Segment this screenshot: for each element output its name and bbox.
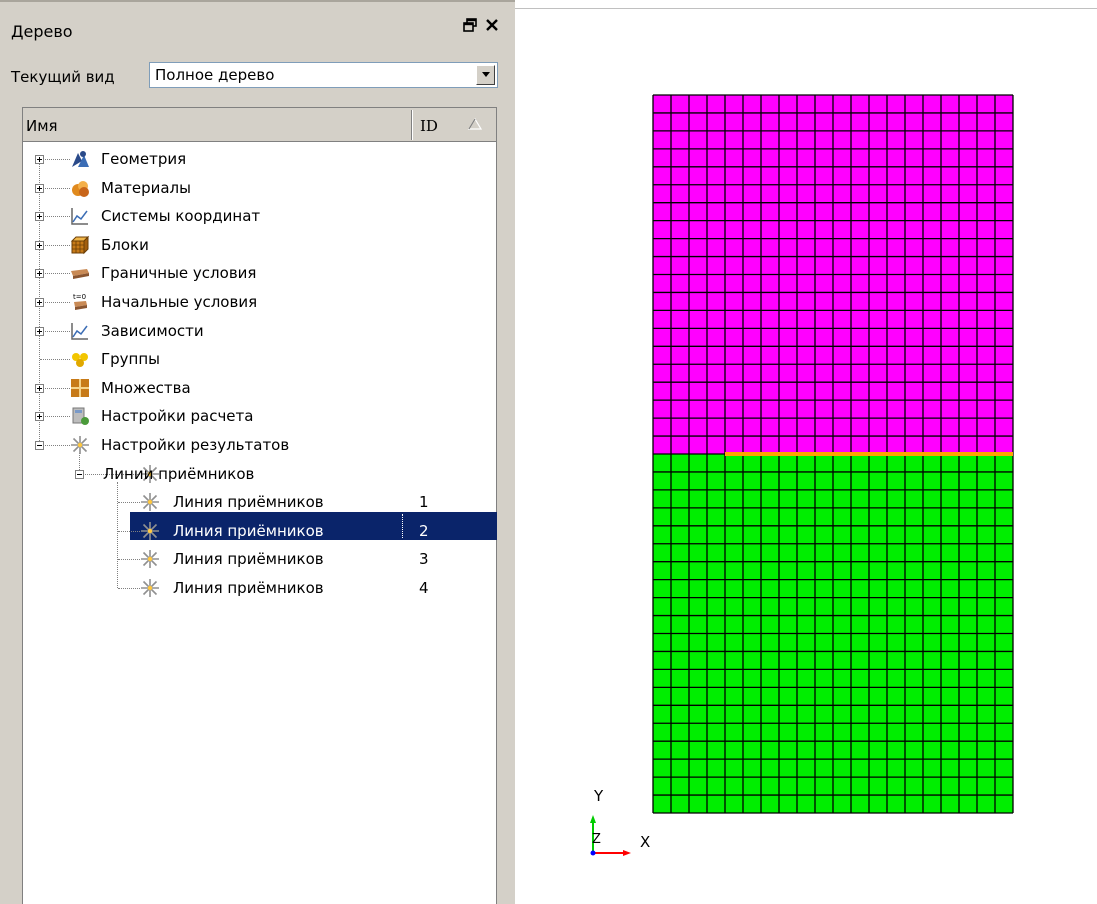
calc-settings-icon [72, 407, 89, 426]
receiver-line-icon [141, 550, 159, 569]
dropdown-button[interactable] [476, 65, 495, 85]
tree-row[interactable]: Блоки [0, 231, 497, 259]
expand-icon[interactable] [35, 269, 44, 279]
receiver-line-icon [141, 579, 159, 597]
tree-item-label: Группы [101, 350, 161, 369]
tree-item-label: Зависимости [101, 321, 204, 340]
tree-item-label: Материалы [101, 178, 191, 197]
tree-row[interactable]: Множества [0, 374, 497, 402]
close-icon [486, 19, 498, 31]
materials-icon [72, 180, 89, 197]
groups-icon [72, 353, 88, 368]
expand-icon[interactable] [35, 183, 44, 193]
svg-text:t=0: t=0 [73, 293, 86, 301]
tree-row[interactable]: Настройки результатов [0, 431, 497, 459]
close-panel-button[interactable] [485, 18, 499, 36]
collapse-icon[interactable] [35, 441, 44, 450]
tree-item-label: Блоки [101, 235, 149, 254]
axis-z-label: Z [592, 832, 601, 847]
collapse-icon[interactable] [75, 469, 84, 479]
expand-icon[interactable] [35, 298, 44, 307]
tree-item-id: 3 [419, 550, 429, 569]
blocks-icon [70, 235, 90, 255]
tree-item-label: Граничные условия [101, 264, 257, 283]
tree-row[interactable]: Граничные условия [0, 259, 497, 287]
expand-icon[interactable] [35, 383, 44, 393]
receiver-line-icon [141, 521, 159, 540]
chevron-down-icon [482, 72, 490, 77]
tree-item-label: Линия приёмников [173, 521, 324, 540]
initial-conditions-icon: t=0 [73, 293, 87, 310]
geometry-icon [72, 151, 89, 167]
results-settings-icon [71, 436, 89, 454]
float-panel-button[interactable] [463, 18, 477, 36]
receiver-line-icon [141, 493, 159, 512]
current-view-value: Полное дерево [155, 66, 275, 84]
expand-icon[interactable] [35, 412, 44, 422]
column-header-name[interactable]: Имя [26, 117, 58, 135]
tree-row[interactable]: Зависимости [0, 317, 497, 345]
tree-item-label: Множества [101, 378, 191, 397]
tree-item-id: 2 [419, 521, 429, 540]
tree-dock-panel: Дерево Текущий вид Полное дерево Имя ID … [0, 0, 515, 904]
column-header-id[interactable]: ID [420, 117, 438, 135]
axis-x-label: X [640, 833, 651, 851]
tree-row[interactable]: Линия приёмников 2 [0, 517, 497, 545]
expand-icon[interactable] [35, 326, 44, 336]
axis-y-label: Y [594, 787, 604, 805]
tree-item-label: Настройки расчета [101, 407, 254, 426]
tree-item-label: Начальные условия [101, 293, 258, 311]
tree-item-label: Линии приёмников [103, 464, 255, 483]
axis-y-arrow [590, 815, 596, 823]
tree-row[interactable]: Материалы [0, 174, 497, 202]
tree-row[interactable]: Группы [0, 345, 497, 373]
axis-z-dot [590, 850, 596, 856]
tree-item-label: Линия приёмников [173, 550, 324, 569]
current-view-select[interactable]: Полное дерево [149, 62, 498, 88]
dock-buttons [463, 18, 499, 36]
sort-ascending-icon [468, 118, 482, 130]
float-icon [463, 18, 477, 32]
dependencies-icon [71, 322, 88, 340]
tree-row[interactable]: t=0 Начальные условия [0, 288, 497, 316]
mesh-view[interactable] [515, 0, 1097, 904]
tree-item-label: Геометрия [101, 150, 187, 168]
axis-x-arrow [623, 850, 631, 856]
tree-row[interactable]: Настройки расчета [0, 402, 497, 430]
tree-item-label: Настройки результатов [101, 436, 290, 454]
tree-item-label: Линия приёмников [173, 493, 324, 512]
tree-item-label: Линия приёмников [173, 579, 324, 597]
current-view-label: Текущий вид [11, 68, 115, 86]
tree-row[interactable]: Линия приёмников 4 [0, 574, 497, 602]
tree-row[interactable]: Системы координат [0, 202, 497, 230]
coordinate-systems-icon [71, 208, 88, 225]
expand-icon[interactable] [35, 240, 44, 250]
dock-title: Дерево [11, 22, 73, 41]
tree-header: Имя ID [23, 108, 496, 142]
tree-row[interactable]: Линия приёмников 3 [0, 545, 497, 573]
tree-row[interactable]: Линия приёмников 1 [0, 488, 497, 516]
expand-icon[interactable] [35, 212, 44, 222]
expand-icon[interactable] [35, 155, 44, 164]
dock-top-border [0, 0, 515, 2]
tree-row[interactable]: Линии приёмников [0, 460, 497, 488]
tree-item-id: 1 [419, 493, 429, 512]
boundary-conditions-icon [71, 269, 89, 280]
tree-item-id: 4 [419, 579, 429, 597]
3d-viewport[interactable]: Y X Z [515, 0, 1097, 904]
tree-item-label: Системы координат [101, 207, 261, 226]
sets-icon [71, 378, 89, 397]
tree-row[interactable]: Геометрия [0, 145, 497, 173]
